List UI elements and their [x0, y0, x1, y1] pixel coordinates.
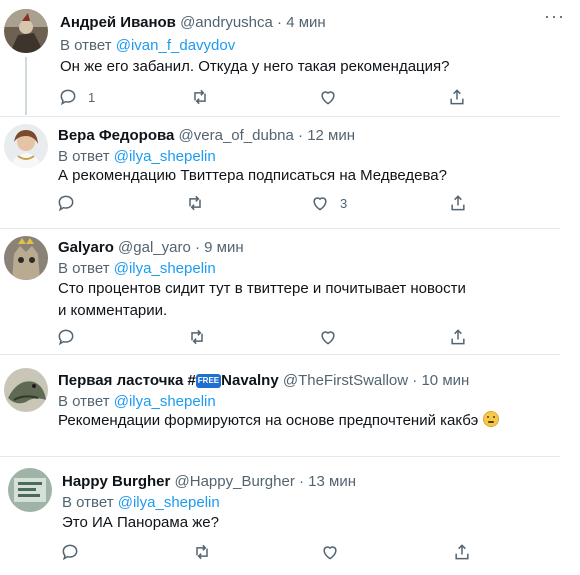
thinking-face-icon: [482, 411, 499, 427]
like-icon: [313, 197, 327, 211]
reply-count: 1: [88, 89, 96, 105]
like-count: 3: [340, 195, 348, 211]
share-icon: [451, 195, 465, 211]
reply-mention-link[interactable]: @ivan_f_davydov: [116, 37, 235, 54]
share-button[interactable]: [447, 87, 467, 107]
author-name[interactable]: Galyaro: [58, 239, 114, 256]
tweet-text: Рекомендации формируются на основе предп…: [58, 412, 479, 429]
retweet-icon: [189, 195, 201, 211]
share-icon: [450, 89, 464, 105]
avatar[interactable]: [4, 236, 48, 280]
avatar[interactable]: [4, 9, 48, 53]
divider: [0, 456, 560, 457]
reply-icon: [62, 544, 78, 561]
more-icon[interactable]: ···: [544, 6, 565, 27]
like-icon: [323, 546, 337, 560]
author-handle[interactable]: @Happy_Burgher: [175, 473, 295, 490]
tweet[interactable]: Первая ласточка # FREE Navalny @TheFirstSw…: [0, 356, 580, 456]
tweet[interactable]: Happy Burgher @Happy_Burgher · 13 мин В …: [0, 458, 580, 575]
reply-icon: [58, 195, 74, 212]
reply-icon: [58, 329, 74, 346]
like-icon: [321, 91, 335, 105]
timestamp[interactable]: 9 мин: [204, 239, 244, 256]
timestamp[interactable]: 13 мин: [308, 473, 356, 490]
author-handle[interactable]: @TheFirstSwallow: [283, 372, 408, 389]
like-button[interactable]: 3: [310, 193, 347, 213]
retweet-button[interactable]: [185, 193, 205, 213]
reply-prefix: В ответ: [62, 494, 114, 511]
separator: ·: [299, 473, 304, 490]
author-name[interactable]: Вера Федорова: [58, 127, 174, 144]
share-button[interactable]: [448, 193, 468, 213]
timestamp[interactable]: 10 мин: [421, 372, 469, 389]
reply-prefix: В ответ: [60, 37, 112, 54]
tweet-text: А рекомендацию Твиттера подписаться на М…: [58, 167, 447, 184]
retweet-icon: [196, 544, 208, 560]
avatar[interactable]: [4, 368, 48, 412]
reply-button[interactable]: [56, 327, 76, 347]
reply-mention-link[interactable]: @ilya_shepelin: [114, 393, 216, 410]
like-button[interactable]: [318, 87, 338, 107]
reply-button[interactable]: [56, 193, 76, 213]
divider: [0, 354, 560, 355]
free-badge: FREE: [195, 374, 222, 388]
separator: ·: [195, 239, 200, 256]
like-button[interactable]: [318, 327, 338, 347]
reply-button[interactable]: 1: [58, 87, 95, 107]
separator: ·: [277, 14, 283, 31]
reply-prefix: В ответ: [58, 393, 110, 410]
retweet-button[interactable]: [192, 542, 212, 562]
share-button[interactable]: [452, 542, 472, 562]
share-button[interactable]: [448, 327, 468, 347]
share-icon: [451, 329, 465, 345]
divider: [0, 228, 560, 229]
tweet[interactable]: Вера Федорова @vera_of_dubna · 12 мин В …: [0, 118, 580, 230]
share-icon: [455, 544, 469, 560]
timestamp[interactable]: 4 мин: [286, 14, 326, 31]
retweet-button[interactable]: [187, 327, 207, 347]
avatar[interactable]: [8, 468, 52, 512]
retweet-button[interactable]: [190, 87, 210, 107]
retweet-icon: [194, 89, 206, 105]
author-name-text: Navalny: [221, 372, 279, 389]
separator: ·: [298, 127, 304, 144]
divider: [0, 116, 560, 117]
like-button[interactable]: [320, 542, 340, 562]
separator: ·: [412, 372, 418, 389]
avatar[interactable]: [4, 124, 48, 168]
tweet-text: Он же его забанил. Откуда у него такая р…: [60, 58, 450, 75]
reply-icon: [60, 89, 76, 106]
reply-mention-link[interactable]: @ilya_shepelin: [114, 148, 216, 165]
like-icon: [321, 331, 335, 345]
reply-prefix: В ответ: [58, 148, 110, 165]
tweet-text: Это ИА Панорама же?: [62, 514, 219, 531]
author-handle[interactable]: @andryushca: [180, 14, 273, 31]
reply-prefix: В ответ: [58, 260, 110, 277]
tweet-text: Сто процентов сидит тут в твиттере и поч…: [58, 280, 466, 319]
timestamp[interactable]: 12 мин: [307, 127, 355, 144]
author-name[interactable]: Первая ласточка # FREE Navalny: [58, 372, 283, 389]
reply-mention-link[interactable]: @ilya_shepelin: [118, 494, 220, 511]
author-name[interactable]: Happy Burgher: [62, 473, 170, 490]
reply-mention-link[interactable]: @ilya_shepelin: [114, 260, 216, 277]
author-name-text: Первая ласточка #: [58, 372, 196, 389]
tweet[interactable]: Galyaro @gal_yaro · 9 мин В ответ @ilya_…: [0, 230, 580, 352]
reply-button[interactable]: [60, 542, 80, 562]
author-handle[interactable]: @gal_yaro: [118, 239, 191, 256]
thread-line: [25, 57, 27, 115]
author-name[interactable]: Андрей Иванов: [60, 14, 176, 31]
author-handle[interactable]: @vera_of_dubna: [179, 127, 294, 144]
tweet[interactable]: Андрей Иванов @andryushca · 4 мин ··· В …: [0, 0, 580, 118]
retweet-icon: [191, 329, 203, 345]
